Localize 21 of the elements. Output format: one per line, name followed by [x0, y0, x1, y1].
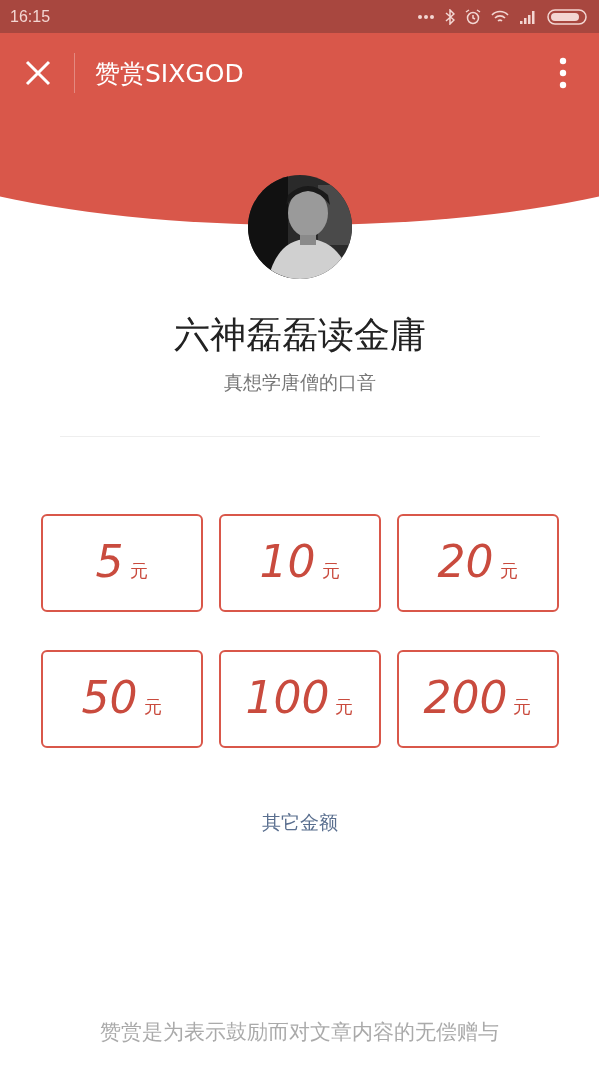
amount-option[interactable]: 20 元	[396, 514, 559, 612]
signal-icon	[519, 9, 537, 24]
close-icon	[24, 59, 52, 87]
amount-option[interactable]: 200 元	[396, 650, 559, 748]
amount-option[interactable]: 50 元	[40, 650, 203, 748]
alarm-icon	[465, 8, 481, 25]
bluetooth-icon	[445, 8, 455, 25]
reward-note: 赞赏是为表示鼓励而对文章内容的无偿赠与	[100, 1019, 499, 1046]
wifi-icon	[491, 9, 509, 24]
status-time: 16:15	[10, 7, 51, 26]
battery-icon	[547, 8, 587, 25]
amount-option[interactable]: 5 元	[40, 514, 203, 612]
more-menu-button[interactable]	[557, 55, 569, 91]
other-amount-link[interactable]: 其它金额	[261, 810, 338, 836]
page-title: 赞赏SIXGOD	[95, 57, 245, 90]
amount-option[interactable]: 100 元	[218, 650, 381, 748]
amount-option[interactable]: 10 元	[218, 514, 381, 612]
author-subtitle: 真想学唐僧的口音	[223, 370, 376, 395]
more-vertical-icon	[559, 57, 567, 89]
more-dots-icon	[417, 13, 435, 20]
author-name: 六神磊磊读金庸	[173, 313, 426, 357]
